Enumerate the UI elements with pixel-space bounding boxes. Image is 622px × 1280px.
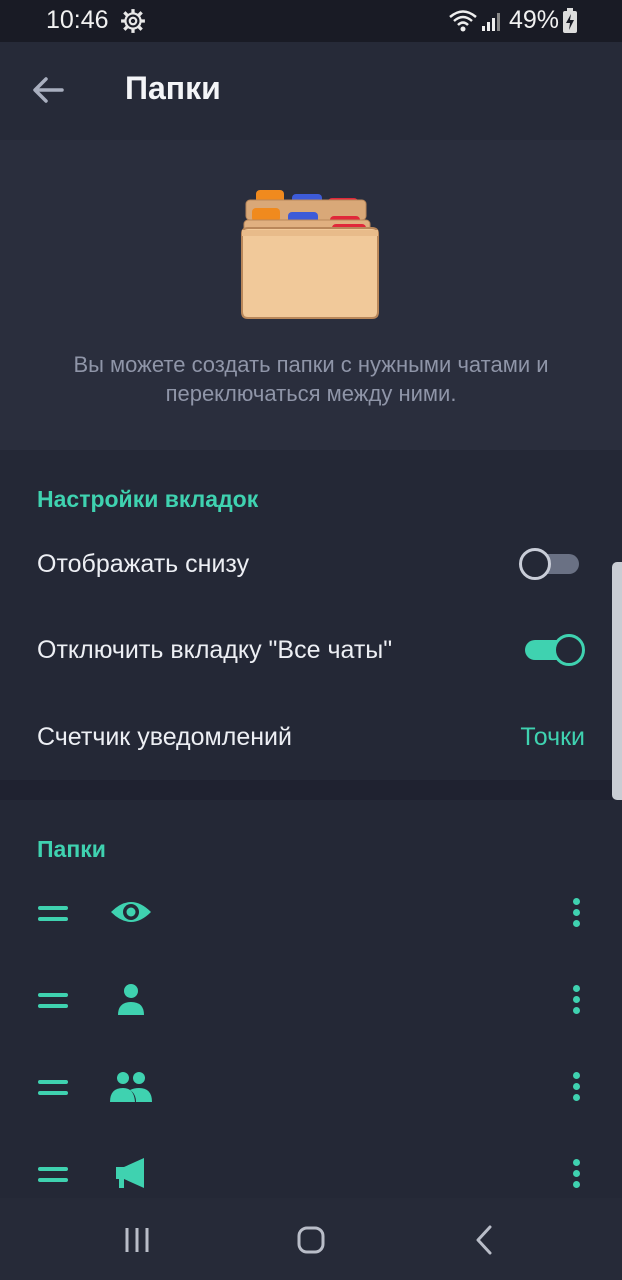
app-bar: Папки	[0, 42, 622, 140]
more-options-icon[interactable]	[566, 983, 586, 1017]
battery-charging-icon	[563, 8, 577, 33]
show-bottom-switch[interactable]	[519, 548, 579, 580]
status-time: 10:46	[46, 6, 109, 34]
more-options-icon[interactable]	[566, 1070, 586, 1104]
notification-counter-value[interactable]: Точки	[520, 723, 585, 752]
eye-icon	[111, 902, 151, 922]
folders-section: Папки	[0, 800, 622, 1198]
drag-handle-icon[interactable]	[38, 1165, 68, 1185]
folder-item[interactable]	[0, 872, 622, 952]
tab-settings-header: Настройки вкладок	[37, 486, 259, 512]
show-bottom-label[interactable]: Отображать снизу	[37, 550, 249, 579]
disable-all-chats-label[interactable]: Отключить вкладку "Все чаты"	[37, 636, 392, 665]
drag-handle-icon[interactable]	[38, 991, 68, 1011]
back-icon[interactable]	[466, 1220, 506, 1260]
more-options-icon[interactable]	[566, 896, 586, 930]
navigation-bar	[0, 1198, 622, 1280]
status-bar: 10:46 49%	[0, 0, 622, 42]
signal-icon	[482, 13, 500, 31]
scrollbar[interactable]	[612, 562, 622, 800]
tab-settings-section: Настройки вкладок Отображать снизу Отклю…	[0, 450, 622, 780]
megaphone-icon	[116, 1158, 144, 1188]
folder-item[interactable]	[0, 959, 622, 1039]
person-icon	[118, 984, 144, 1015]
switch-knob	[553, 634, 585, 666]
folders-illustration	[241, 190, 379, 319]
drag-handle-icon[interactable]	[38, 904, 68, 924]
people-icon	[110, 1072, 152, 1102]
battery-percentage: 49%	[509, 6, 560, 34]
hero-description: Вы можете создать папки с нужными чатами…	[73, 352, 549, 406]
recent-apps-icon[interactable]	[117, 1220, 157, 1260]
switch-knob	[519, 548, 551, 580]
home-icon[interactable]	[291, 1220, 331, 1260]
wifi-icon	[449, 10, 477, 32]
folder-item[interactable]	[0, 1046, 622, 1126]
hero-section: Вы можете создать папки с нужными чатами…	[0, 140, 622, 450]
back-arrow-icon[interactable]	[28, 68, 68, 112]
gear-icon	[121, 9, 145, 33]
disable-all-chats-switch[interactable]	[525, 634, 585, 666]
folders-header: Папки	[37, 836, 106, 862]
drag-handle-icon[interactable]	[38, 1078, 68, 1098]
page-title: Папки	[125, 70, 221, 106]
section-divider	[0, 780, 622, 800]
more-options-icon[interactable]	[566, 1157, 586, 1191]
notification-counter-label[interactable]: Счетчик уведомлений	[37, 723, 292, 752]
